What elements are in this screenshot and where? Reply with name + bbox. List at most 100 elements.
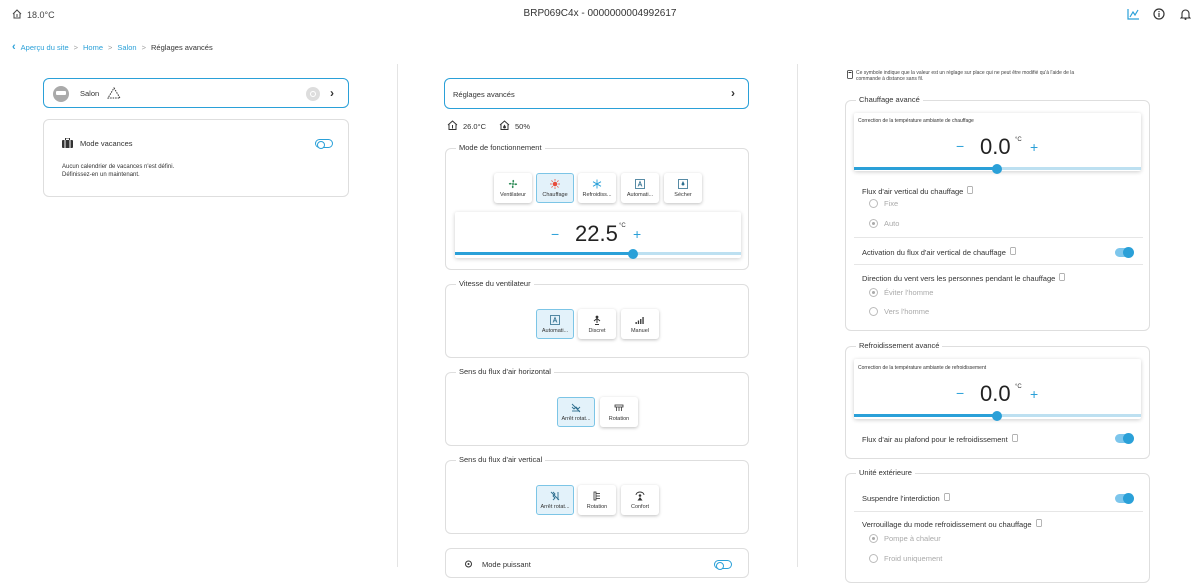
- house-humidity-icon: [499, 120, 510, 132]
- top-bar: 18.0°C BRP069C4x - 0000000004992617: [0, 0, 1200, 30]
- auto-icon: [635, 178, 645, 189]
- vacation-text-2: Définissez-en un maintenant.: [62, 172, 140, 178]
- vswing-comfort-button[interactable]: Confort: [621, 485, 659, 515]
- vertical-swing-title: Sens du flux d'air vertical: [456, 455, 546, 464]
- column-divider: [397, 64, 398, 567]
- heat-pump-option[interactable]: Pompe à chaleur: [869, 534, 941, 543]
- increase-cooling-correction-button[interactable]: +: [1030, 386, 1038, 402]
- hswing-rotation-button[interactable]: Rotation: [600, 397, 638, 427]
- powerful-icon: [463, 559, 474, 571]
- cooling-correction-unit: °C: [1015, 384, 1022, 390]
- wind-direction-text: Direction du vent vers les personnes pen…: [862, 273, 1056, 283]
- setpoint-slider-fill: [455, 252, 633, 255]
- vacation-toggle[interactable]: [315, 139, 333, 149]
- heating-vertical-airflow-toggle[interactable]: [1115, 247, 1134, 258]
- heating-correction-unit: °C: [1015, 137, 1022, 143]
- hswing-label: Rotation: [608, 415, 630, 422]
- fan-auto-button[interactable]: Automati...: [536, 309, 574, 339]
- fan-speed-group: Vitesse du ventilateur Automati... Discr…: [445, 279, 749, 358]
- increase-heating-correction-button[interactable]: +: [1030, 139, 1038, 155]
- chart-icon[interactable]: [1126, 7, 1140, 21]
- indoor-status: 26.0°C 50%: [447, 120, 530, 132]
- mode-heat-button[interactable]: Chauffage: [536, 173, 574, 203]
- ceiling-airflow-toggle[interactable]: [1115, 433, 1134, 444]
- advanced-cooling-title: Refroidissement avancé: [856, 341, 943, 350]
- decrease-setpoint-button[interactable]: −: [551, 226, 559, 242]
- heating-airflow-auto-option[interactable]: Auto: [869, 219, 899, 228]
- heating-correction-value: 0.0: [980, 134, 1011, 159]
- heating-correction-label: Correction de la température ambiante de…: [858, 118, 974, 124]
- swing-stop-icon: [550, 491, 560, 501]
- setpoint-slider-handle[interactable]: [628, 248, 638, 259]
- heating-vertical-airflow-label: Flux d'air vertical du chauffage: [862, 186, 974, 196]
- back-chevron-icon[interactable]: ‹: [12, 41, 16, 53]
- powerful-mode-card: Mode puissant: [445, 548, 749, 578]
- breadcrumb: ‹ Aperçu du site > Home > Salon > Réglag…: [12, 41, 213, 53]
- device-title: BRP069C4x - 0000000004992617: [523, 8, 677, 19]
- mode-lock-label: Verrouillage du mode refroidissement ou …: [862, 519, 1042, 529]
- remote-lock-icon: [1035, 519, 1042, 529]
- vacation-text-1: Aucun calendrier de vacances n'est défin…: [62, 164, 175, 170]
- swing-vertical-icon: [592, 491, 602, 501]
- suspend-prohibition-toggle[interactable]: [1115, 493, 1134, 504]
- avoid-person-option[interactable]: Éviter l'homme: [869, 288, 933, 297]
- chevron-right-icon[interactable]: ›: [731, 86, 735, 100]
- breadcrumb-separator: >: [141, 42, 146, 52]
- mode-cool-button[interactable]: Refroidiss...: [578, 173, 616, 203]
- radio-dot: [869, 219, 878, 228]
- increase-setpoint-button[interactable]: +: [633, 226, 641, 242]
- mode-label: Sécher: [674, 191, 692, 198]
- chevron-right-icon[interactable]: ›: [330, 86, 334, 100]
- breadcrumb-home[interactable]: Home: [83, 43, 103, 52]
- breadcrumb-site-overview[interactable]: Aperçu du site: [21, 43, 69, 52]
- breadcrumb-salon[interactable]: Salon: [117, 43, 136, 52]
- cooling-correction-slider-handle[interactable]: [992, 410, 1002, 421]
- room-card[interactable]: Salon ›: [43, 78, 349, 108]
- power-icon[interactable]: [306, 87, 320, 101]
- sun-heat-icon: [550, 178, 560, 189]
- decrease-heating-correction-button[interactable]: −: [956, 138, 964, 154]
- mode-auto-button[interactable]: Automati...: [621, 173, 659, 203]
- remote-lock-icon: [847, 70, 853, 81]
- fan-icon: [508, 179, 518, 189]
- advanced-settings-card[interactable]: Réglages avancés ›: [444, 78, 749, 109]
- mode-label: Automati...: [626, 191, 654, 198]
- suspend-prohibition-label: Suspendre l'interdiction: [862, 493, 950, 503]
- fan-speed-title: Vitesse du ventilateur: [456, 279, 534, 288]
- setpoint-value: 22.5: [575, 221, 618, 246]
- heating-vertical-airflow-activation-text: Activation du flux d'air vertical de cha…: [862, 247, 1006, 257]
- comfort-icon: [635, 491, 645, 501]
- mode-fan-button[interactable]: Ventilateur: [494, 173, 532, 203]
- swing-horizontal-icon: [614, 403, 624, 413]
- towards-person-option[interactable]: Vers l'homme: [869, 307, 929, 316]
- powerful-toggle[interactable]: [714, 560, 732, 570]
- divider: [854, 264, 1143, 265]
- snowflake-icon: [592, 179, 602, 189]
- fan-quiet-button[interactable]: Discret: [578, 309, 616, 339]
- cold-only-option[interactable]: Froid uniquement: [869, 554, 942, 563]
- heating-airflow-fixed-option[interactable]: Fixe: [869, 199, 898, 208]
- decrease-cooling-correction-button[interactable]: −: [956, 385, 964, 401]
- hswing-stop-button[interactable]: Arrêt rotat...: [557, 397, 595, 427]
- signal-bars-icon: [635, 315, 645, 325]
- cooling-correction-value: 0.0: [980, 381, 1011, 406]
- vswing-rotation-button[interactable]: Rotation: [578, 485, 616, 515]
- heating-correction-slider-fill: [854, 167, 997, 170]
- fan-manual-button[interactable]: Manuel: [621, 309, 659, 339]
- cooling-correction-control: Correction de la température ambiante de…: [854, 359, 1141, 421]
- vswing-label: Confort: [630, 503, 650, 510]
- ceiling-airflow-text: Flux d'air au plafond pour le refroidiss…: [862, 434, 1008, 444]
- breadcrumb-separator: >: [108, 42, 113, 52]
- mode-lock-text: Verrouillage du mode refroidissement ou …: [862, 519, 1032, 529]
- heating-correction-slider-handle[interactable]: [992, 163, 1002, 174]
- option-label: Vers l'homme: [884, 307, 930, 316]
- vswing-label: Arrêt rotat...: [540, 503, 570, 510]
- remote-lock-icon: [967, 186, 974, 196]
- cooling-correction-label: Correction de la température ambiante de…: [858, 365, 987, 371]
- vswing-stop-button[interactable]: Arrêt rotat...: [536, 485, 574, 515]
- divider: [854, 237, 1143, 238]
- info-icon[interactable]: [1152, 7, 1166, 21]
- mode-dry-button[interactable]: Sécher: [664, 173, 702, 203]
- bell-icon[interactable]: [1178, 7, 1192, 21]
- breadcrumb-current: Réglages avancés: [151, 42, 213, 52]
